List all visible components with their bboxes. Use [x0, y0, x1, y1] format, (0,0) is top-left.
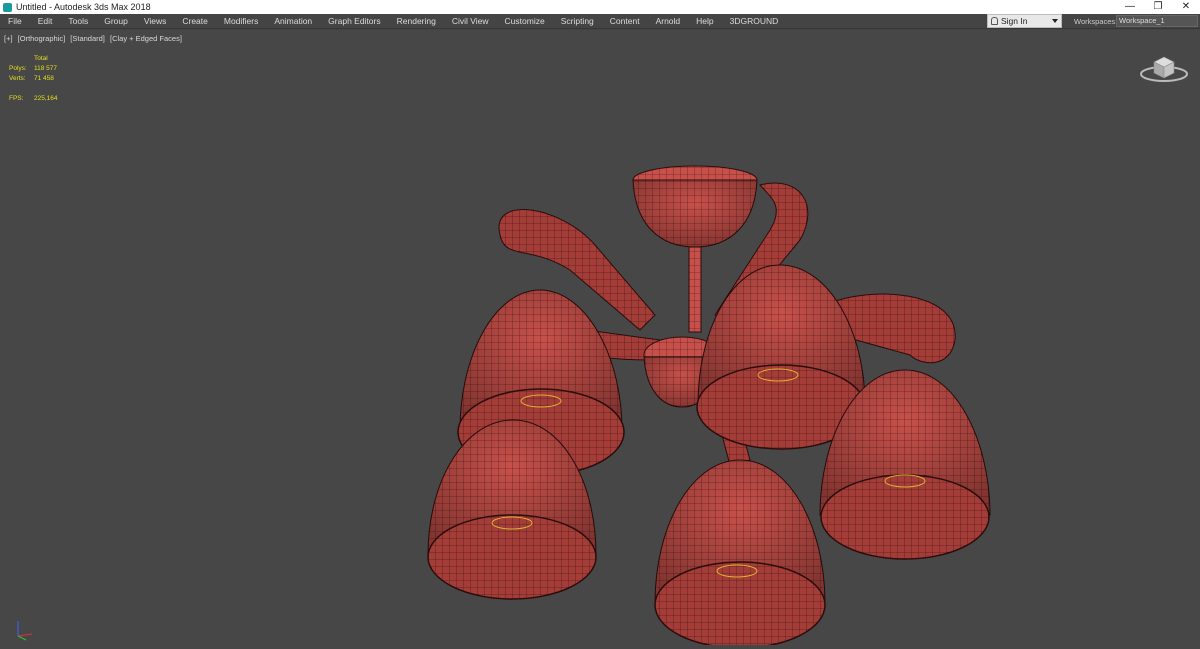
menu-tools[interactable]: Tools	[60, 14, 96, 29]
menu-arnold[interactable]: Arnold	[648, 14, 689, 29]
menu-content[interactable]: Content	[602, 14, 648, 29]
polys-label: Polys:	[9, 65, 27, 72]
viewport-orthographic[interactable]: [+] [Orthographic] [Standard] [Clay + Ed…	[0, 30, 1200, 649]
viewport-label: [+] [Orthographic] [Standard] [Clay + Ed…	[4, 34, 185, 43]
window-title: Untitled - Autodesk 3ds Max 2018	[16, 2, 151, 12]
menu-customize[interactable]: Customize	[497, 14, 553, 29]
viewport-pov-label[interactable]: [Orthographic]	[18, 34, 66, 43]
chandelier-model[interactable]	[400, 125, 1020, 645]
menu-scripting[interactable]: Scripting	[553, 14, 602, 29]
viewport-statistics: Total Polys: 118 577 Verts: 71 458 FPS: 225…	[9, 54, 58, 104]
menu-rendering[interactable]: Rendering	[389, 14, 444, 29]
app-icon	[3, 2, 12, 12]
menu-3dground[interactable]: 3DGROUND	[722, 14, 787, 29]
workspace-select[interactable]: Workspace_1	[1116, 15, 1198, 27]
viewcube-icon[interactable]	[1138, 52, 1190, 86]
fps-label: FPS:	[9, 95, 24, 102]
window-controls: — ❐ ✕	[1116, 0, 1200, 14]
title-bar: Untitled - Autodesk 3ds Max 2018 — ❐ ✕	[0, 0, 1200, 14]
axis-tripod-icon	[17, 621, 33, 641]
maximize-button[interactable]: ❐	[1144, 0, 1172, 14]
menu-edit[interactable]: Edit	[30, 14, 61, 29]
menu-group[interactable]: Group	[96, 14, 136, 29]
workspaces-label: Workspaces:	[1074, 17, 1118, 26]
sign-in-label: Sign In	[1001, 16, 1028, 26]
viewport-menu-plus[interactable]: [+]	[4, 34, 13, 43]
menu-modifiers[interactable]: Modifiers	[216, 14, 266, 29]
fps-value: 225,164	[34, 95, 58, 102]
menu-create[interactable]: Create	[174, 14, 216, 29]
chevron-down-icon	[1052, 19, 1058, 23]
menu-file[interactable]: File	[0, 14, 30, 29]
menu-animation[interactable]: Animation	[266, 14, 320, 29]
menu-views[interactable]: Views	[136, 14, 175, 29]
minimize-button[interactable]: —	[1116, 0, 1144, 14]
user-icon	[991, 17, 998, 25]
menu-help[interactable]: Help	[688, 14, 721, 29]
viewport-shading-label[interactable]: [Clay + Edged Faces]	[110, 34, 182, 43]
menu-graph-editors[interactable]: Graph Editors	[320, 14, 388, 29]
verts-label: Verts:	[9, 75, 26, 82]
polys-value: 118 577	[34, 65, 58, 72]
menu-civil-view[interactable]: Civil View	[444, 14, 497, 29]
close-button[interactable]: ✕	[1172, 0, 1200, 14]
verts-value: 71 458	[34, 75, 54, 82]
stats-header: Total	[34, 55, 48, 62]
viewport-standard-label[interactable]: [Standard]	[70, 34, 105, 43]
sign-in-dropdown[interactable]: Sign In	[987, 14, 1062, 28]
lamp-shade-center-front	[654, 459, 826, 645]
